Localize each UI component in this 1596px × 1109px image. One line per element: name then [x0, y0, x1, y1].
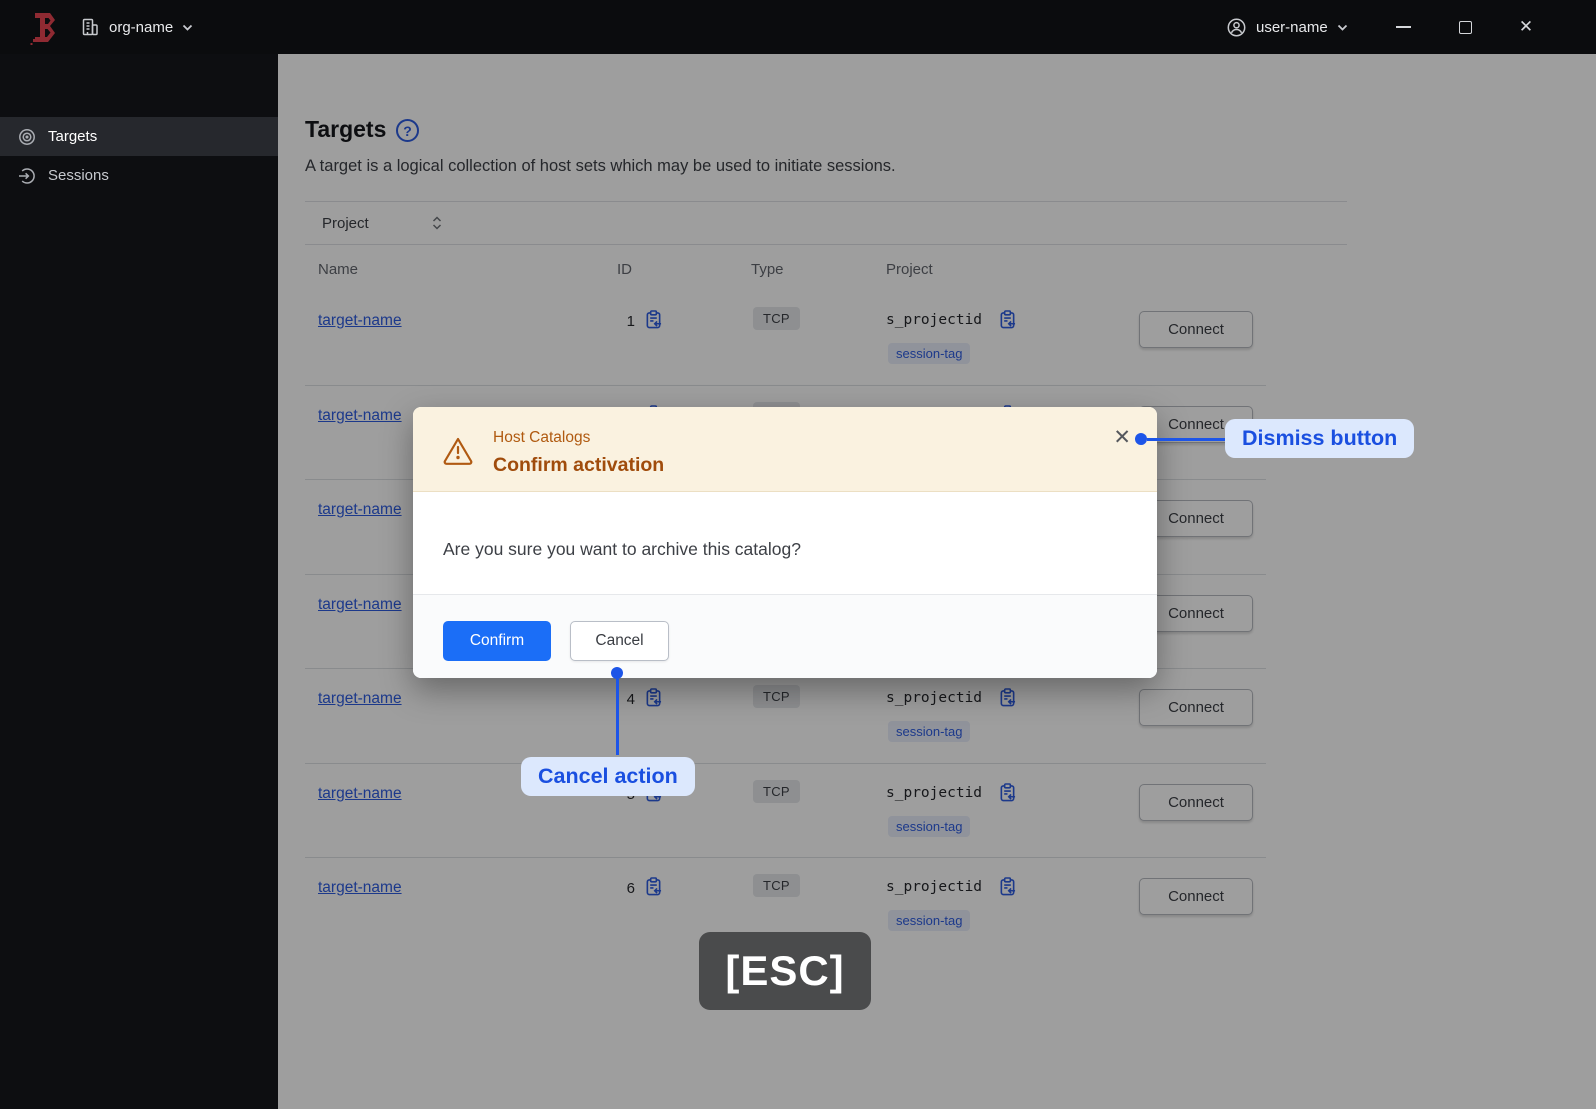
sidebar-item-label: Targets [48, 128, 98, 145]
dialog-header: Host Catalogs Confirm activation ✕ [413, 407, 1157, 492]
sidebar-item-targets[interactable]: Targets [0, 117, 278, 156]
org-icon [80, 17, 100, 37]
dialog-title: Confirm activation [493, 454, 665, 476]
dismiss-annotation-line [1147, 438, 1227, 441]
user-icon [1226, 17, 1247, 38]
chevron-down-icon [1337, 24, 1348, 31]
app-window: org-name user-name ✕ Targets Sessions Ta… [0, 0, 1596, 1109]
close-icon: ✕ [1113, 426, 1131, 449]
boundary-logo-icon [26, 9, 64, 47]
minimize-icon [1395, 26, 1411, 28]
chevron-down-icon [182, 24, 193, 31]
cancel-annotation-label: Cancel action [521, 757, 695, 796]
user-name-label: user-name [1256, 18, 1328, 36]
dialog-footer: Confirm Cancel [413, 594, 1157, 678]
sidebar: Targets Sessions [0, 54, 278, 1109]
maximize-icon [1458, 20, 1472, 34]
minimize-button[interactable] [1388, 0, 1418, 54]
org-switcher[interactable]: org-name [80, 0, 193, 54]
user-menu[interactable]: user-name [1226, 0, 1348, 54]
sidebar-item-label: Sessions [48, 167, 109, 184]
cancel-annotation-dot [611, 667, 623, 679]
confirm-button[interactable]: Confirm [443, 621, 551, 661]
dismiss-annotation-label: Dismiss button [1225, 419, 1415, 458]
cancel-annotation-line [616, 679, 619, 755]
warning-icon [442, 436, 474, 466]
sessions-icon [18, 167, 36, 185]
esc-key-badge: [ESC] [699, 932, 871, 1010]
org-name-label: org-name [109, 18, 174, 36]
confirm-dialog: Host Catalogs Confirm activation ✕ Are y… [413, 407, 1157, 678]
window-close-button[interactable]: ✕ [1511, 0, 1541, 54]
dialog-context-label: Host Catalogs [493, 429, 591, 446]
cancel-button[interactable]: Cancel [570, 621, 669, 661]
maximize-button[interactable] [1450, 0, 1480, 54]
sidebar-item-sessions[interactable]: Sessions [0, 156, 278, 195]
dismiss-button[interactable]: ✕ [1113, 425, 1131, 450]
dismiss-annotation-dot [1135, 433, 1147, 445]
esc-key-label: [ESC] [725, 947, 845, 994]
dialog-message: Are you sure you want to archive this ca… [443, 539, 801, 559]
window-close-icon: ✕ [1518, 17, 1534, 36]
title-bar: org-name user-name ✕ [0, 0, 1596, 54]
targets-icon [18, 128, 36, 146]
